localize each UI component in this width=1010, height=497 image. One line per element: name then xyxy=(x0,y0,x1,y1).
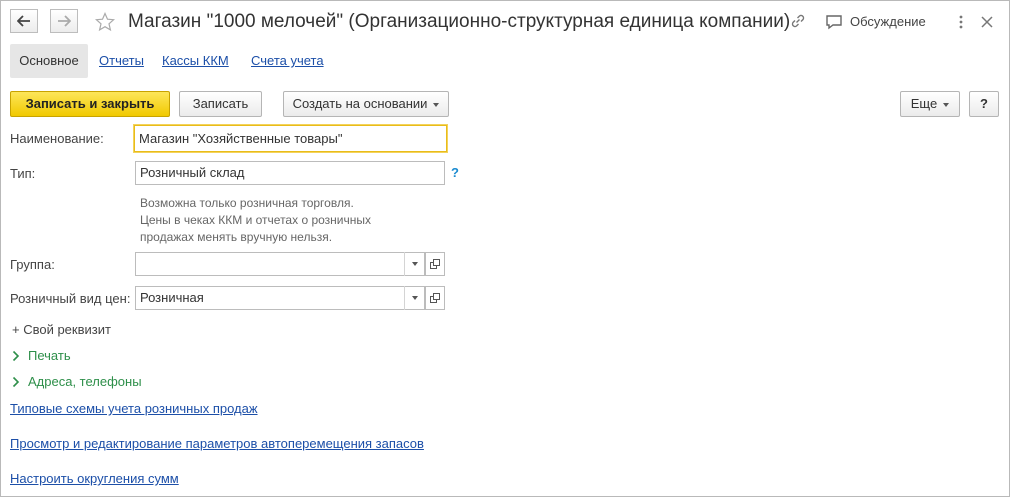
add-custom-attribute-button[interactable]: + Свой реквизит xyxy=(12,321,111,339)
group-label: Группа: xyxy=(10,257,55,272)
price-type-label: Розничный вид цен: xyxy=(10,291,131,306)
type-hint: Возможна только розничная торговля. Цены… xyxy=(140,195,371,246)
save-and-close-button[interactable]: Записать и закрыть xyxy=(10,91,170,117)
retail-schemes-link[interactable]: Типовые схемы учета розничных продаж xyxy=(10,400,258,418)
group-field[interactable] xyxy=(135,252,425,276)
price-type-dropdown-button[interactable] xyxy=(404,286,424,310)
type-help-icon[interactable]: ? xyxy=(451,165,459,180)
open-window-icon xyxy=(430,293,440,303)
back-button[interactable] xyxy=(10,9,38,33)
form-window: Магазин "1000 мелочей" (Организационно-с… xyxy=(0,0,1010,497)
forward-button[interactable] xyxy=(50,9,78,33)
print-group-toggle[interactable]: Печать xyxy=(12,347,71,365)
more-vertical-icon[interactable] xyxy=(952,12,970,32)
help-button[interactable]: ? xyxy=(969,91,999,117)
addresses-group-label: Адреса, телефоны xyxy=(28,374,142,389)
hint-line: продажах менять вручную нельзя. xyxy=(140,230,333,244)
rounding-settings-link[interactable]: Настроить округления сумм xyxy=(10,470,179,488)
chevron-down-icon xyxy=(433,102,440,107)
hint-line: Цены в чеках ККМ и отчетах о розничных xyxy=(140,213,371,227)
tab-reports[interactable]: Отчеты xyxy=(99,44,144,78)
chevron-down-icon xyxy=(411,262,418,266)
favorite-star-icon[interactable] xyxy=(93,10,117,34)
hint-line: Возможна только розничная торговля. xyxy=(140,196,354,210)
open-window-icon xyxy=(430,259,440,269)
chat-bubble-icon xyxy=(826,15,842,30)
more-label: Еще xyxy=(910,96,938,111)
name-field[interactable]: Магазин "Хозяйственные товары" xyxy=(134,125,447,152)
price-type-open-button[interactable] xyxy=(425,286,445,310)
group-open-button[interactable] xyxy=(425,252,445,276)
save-button[interactable]: Записать xyxy=(179,91,262,117)
discussion-button[interactable]: Обсуждение xyxy=(825,12,926,32)
create-based-on-label: Создать на основании xyxy=(292,96,428,111)
tab-accounts[interactable]: Счета учета xyxy=(251,44,324,78)
discussion-label: Обсуждение xyxy=(850,14,926,29)
chevron-right-icon xyxy=(12,350,20,362)
auto-move-settings-link[interactable]: Просмотр и редактирование параметров авт… xyxy=(10,435,424,453)
arrow-left-icon xyxy=(17,15,30,27)
tab-cash-registers[interactable]: Кассы ККМ xyxy=(162,44,229,78)
print-group-label: Печать xyxy=(28,348,71,363)
tab-main[interactable]: Основное xyxy=(10,44,88,78)
type-label: Тип: xyxy=(10,166,36,181)
close-icon[interactable] xyxy=(978,12,996,32)
chevron-down-icon xyxy=(411,296,418,300)
group-dropdown-button[interactable] xyxy=(404,252,424,276)
create-based-on-button[interactable]: Создать на основании xyxy=(283,91,449,117)
more-button[interactable]: Еще xyxy=(900,91,960,117)
chevron-right-icon xyxy=(12,376,20,388)
chevron-down-icon xyxy=(943,102,950,107)
link-icon[interactable] xyxy=(789,12,809,32)
window-title: Магазин "1000 мелочей" (Организационно-с… xyxy=(128,11,791,32)
arrow-right-icon xyxy=(58,15,71,27)
name-label: Наименование: xyxy=(10,131,104,146)
price-type-field[interactable]: Розничная xyxy=(135,286,425,310)
type-field[interactable]: Розничный склад xyxy=(135,161,445,185)
addresses-group-toggle[interactable]: Адреса, телефоны xyxy=(12,373,142,391)
